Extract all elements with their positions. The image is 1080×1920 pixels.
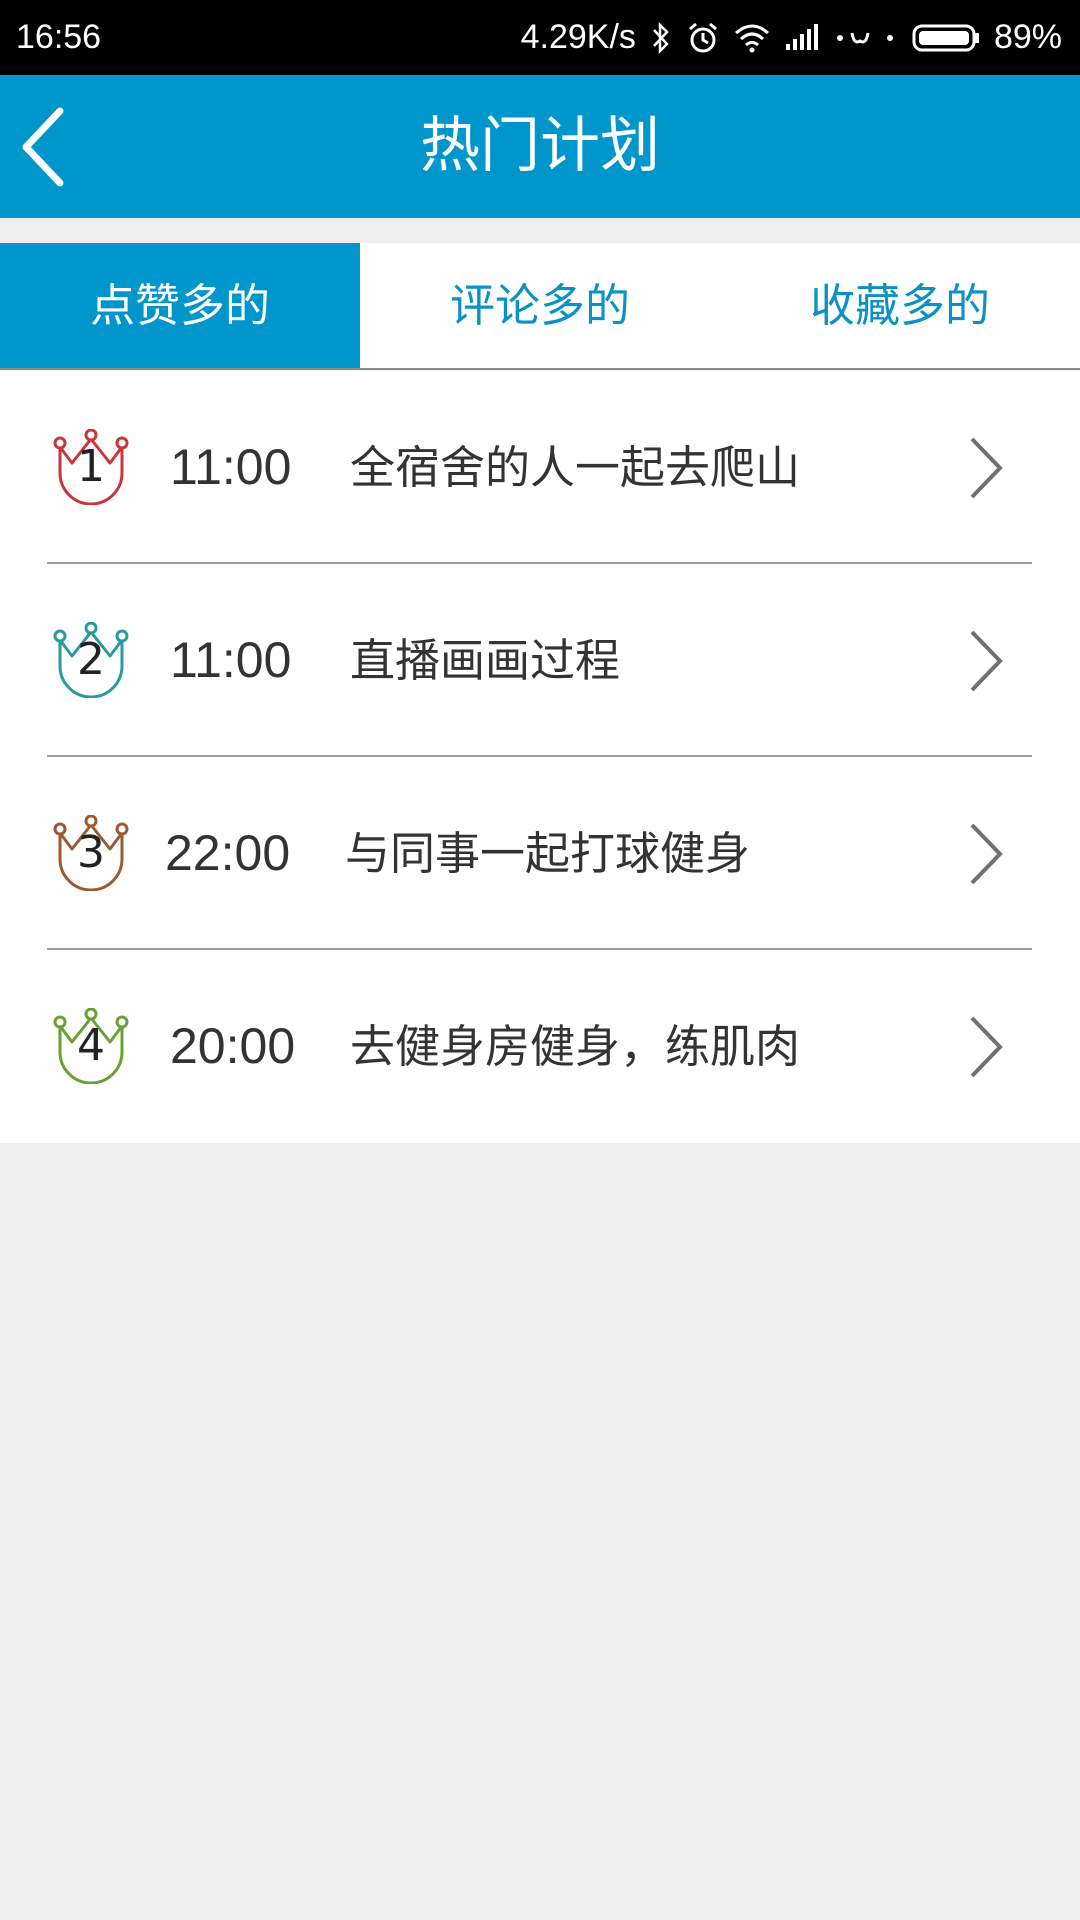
wifi-icon <box>734 23 770 53</box>
rank-number: 1 <box>77 441 105 492</box>
plan-row[interactable]: 1 11:00 全宿舍的人一起去爬山 <box>0 371 1080 564</box>
tab-most-favorited[interactable]: 收藏多的 <box>720 243 1080 368</box>
plan-title: 与同事一起打球健身 <box>345 827 751 880</box>
tab-most-liked[interactable]: 点赞多的 <box>0 243 360 368</box>
alarm-icon <box>686 21 720 55</box>
dots-icon <box>834 23 898 53</box>
tab-bar: 点赞多的 评论多的 收藏多的 <box>0 243 1080 370</box>
chevron-right-icon <box>970 823 1003 885</box>
page-title: 热门计划 <box>420 111 660 181</box>
app-bar: 热门计划 <box>0 75 1080 218</box>
plan-title: 去健身房健身，练肌肉 <box>350 1020 801 1073</box>
chevron-right-icon <box>970 437 1003 499</box>
plan-time: 20:00 <box>170 1018 296 1074</box>
tab-most-commented[interactable]: 评论多的 <box>360 243 720 368</box>
plan-row[interactable]: 4 20:00 去健身房健身，练肌肉 <box>0 950 1080 1143</box>
plan-time: 11:00 <box>170 632 292 688</box>
rank-number: 4 <box>77 1020 105 1071</box>
chevron-right-icon <box>970 1016 1003 1078</box>
plan-title: 直播画画过程 <box>350 634 621 687</box>
plan-row[interactable]: 3 22:00 与同事一起打球健身 <box>0 757 1080 950</box>
plan-list: 1 11:00 全宿舍的人一起去爬山 2 11:00 直播画画过程 3 22:0… <box>0 371 1080 1143</box>
plan-time: 22:00 <box>165 825 291 881</box>
network-speed: 4.29K/s <box>520 18 636 56</box>
plan-time: 11:00 <box>170 439 292 495</box>
battery-icon <box>912 23 980 53</box>
signal-icon <box>784 23 820 52</box>
rank-number: 2 <box>77 634 105 685</box>
chevron-right-icon <box>970 630 1003 692</box>
plan-row[interactable]: 2 11:00 直播画画过程 <box>0 564 1080 757</box>
battery-percent: 89% <box>993 18 1062 56</box>
status-time: 16:56 <box>16 18 102 56</box>
plan-title: 全宿舍的人一起去爬山 <box>350 441 801 494</box>
bluetooth-icon <box>650 21 672 55</box>
status-bar: 16:56 4.29K/s 89% <box>0 0 1080 75</box>
rank-number: 3 <box>77 827 105 878</box>
status-icons: 4.29K/s 89% <box>521 0 1062 75</box>
